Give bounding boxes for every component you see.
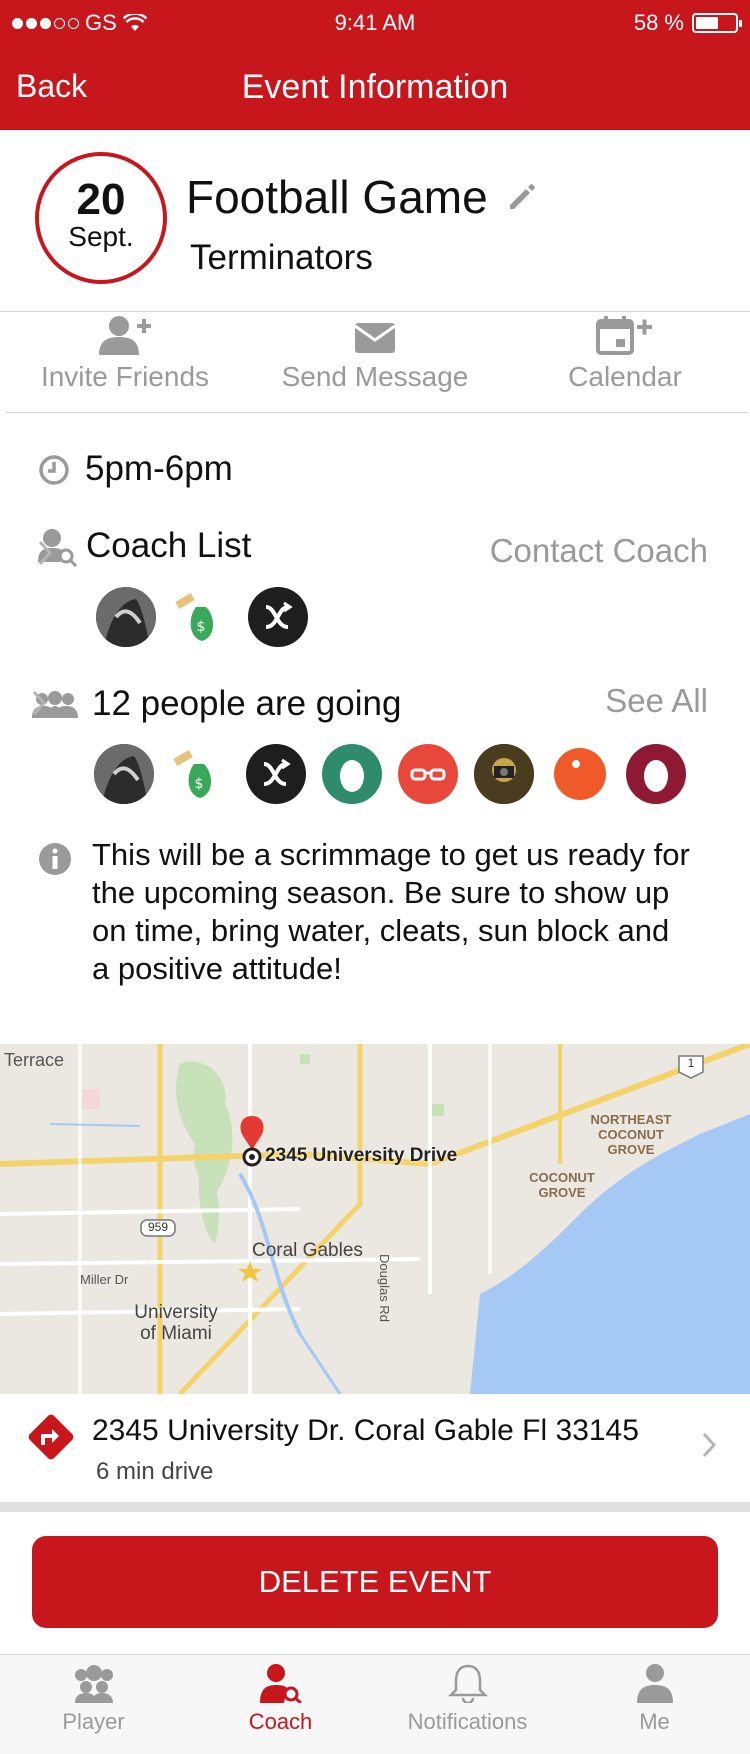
tab-coach[interactable]: Coach bbox=[187, 1663, 374, 1735]
tab-player[interactable]: Player bbox=[0, 1663, 187, 1735]
event-title: Football Game bbox=[186, 171, 488, 223]
send-message-label: Send Message bbox=[281, 361, 469, 392]
map-label: Terrace bbox=[4, 1050, 65, 1070]
bell-icon bbox=[447, 1664, 488, 1703]
avatar[interactable] bbox=[550, 744, 610, 804]
avatar[interactable]: $ bbox=[170, 744, 230, 804]
page-title: Event Information bbox=[241, 68, 509, 106]
avatar[interactable] bbox=[626, 744, 686, 804]
map-label: NORTHEAST COCONUT GROVE bbox=[590, 1112, 672, 1157]
avatar[interactable] bbox=[248, 587, 308, 647]
tab-player-label: Player bbox=[62, 1709, 125, 1734]
address-line: 2345 University Dr. Coral Gable Fl 33145 bbox=[92, 1414, 639, 1447]
divider bbox=[0, 311, 750, 312]
team-name: Terminators bbox=[190, 238, 373, 277]
map-label: 1 bbox=[687, 1056, 695, 1070]
map-label: 959 bbox=[147, 1220, 169, 1234]
date-badge: 20 Sept. bbox=[35, 152, 167, 284]
date-month: Sept. bbox=[68, 221, 134, 252]
avatar[interactable] bbox=[246, 744, 306, 804]
action-bar: Invite Friends Send Message Calendar bbox=[0, 315, 750, 405]
chevron-right-icon[interactable] bbox=[702, 1432, 716, 1458]
tab-me[interactable]: Me bbox=[561, 1663, 748, 1735]
map-view[interactable]: Terrace NORTHEAST COCONUT GROVE COCONUT … bbox=[0, 1044, 750, 1394]
avatar[interactable] bbox=[96, 587, 156, 647]
event-title-row: Football Game bbox=[186, 170, 538, 224]
calendar-button[interactable]: Calendar bbox=[500, 315, 750, 393]
map-label: University of Miami bbox=[134, 1302, 218, 1344]
pencil-icon[interactable] bbox=[506, 181, 538, 213]
directions-icon bbox=[28, 1414, 74, 1460]
add-user-icon bbox=[99, 316, 151, 355]
attendee-avatars: $ bbox=[94, 744, 686, 804]
tab-bar: Player Coach Notifications Me bbox=[0, 1654, 750, 1754]
coach-list-label: Coach List bbox=[86, 526, 252, 565]
chevron-right-icon[interactable] bbox=[32, 690, 46, 716]
avatar[interactable] bbox=[474, 744, 534, 804]
divider bbox=[0, 1502, 750, 1512]
coach-avatars: $ bbox=[96, 587, 308, 647]
top-bar: GS 9:41 AM 58 % Back Event Information bbox=[0, 0, 750, 130]
avatar[interactable] bbox=[94, 744, 154, 804]
avatar[interactable] bbox=[398, 744, 458, 804]
team-icon bbox=[74, 1665, 113, 1703]
see-all-link[interactable]: See All bbox=[605, 682, 708, 720]
person-icon bbox=[636, 1664, 673, 1703]
tab-notifications-label: Notifications bbox=[407, 1709, 528, 1734]
battery-icon bbox=[692, 13, 742, 33]
svg-text:$: $ bbox=[197, 619, 206, 635]
calendar-label: Calendar bbox=[568, 361, 682, 392]
map-graphic bbox=[0, 1044, 750, 1394]
avatar[interactable]: $ bbox=[172, 587, 232, 647]
tab-notifications[interactable]: Notifications bbox=[374, 1663, 561, 1735]
svg-text:$: $ bbox=[195, 776, 204, 792]
event-description: This will be a scrimmage to get us ready… bbox=[92, 837, 690, 986]
chevron-right-icon[interactable] bbox=[38, 540, 52, 566]
event-time: 5pm-6pm bbox=[85, 449, 233, 488]
delete-event-button[interactable]: DELETE EVENT bbox=[32, 1536, 718, 1628]
map-label: Douglas Rd bbox=[377, 1254, 392, 1322]
avatar[interactable] bbox=[322, 744, 382, 804]
calendar-add-icon bbox=[596, 316, 652, 355]
info-icon bbox=[39, 843, 71, 875]
status-bar: GS 9:41 AM 58 % bbox=[0, 8, 750, 38]
drive-time: 6 min drive bbox=[96, 1458, 214, 1485]
battery-percent: 58 % bbox=[633, 10, 684, 35]
date-day: 20 bbox=[76, 175, 126, 224]
clock-icon bbox=[39, 455, 69, 485]
coach-icon bbox=[259, 1664, 302, 1703]
map-label: Miller Dr bbox=[80, 1272, 129, 1287]
send-message-button[interactable]: Send Message bbox=[250, 315, 500, 393]
contact-coach-link[interactable]: Contact Coach bbox=[490, 532, 708, 570]
tab-coach-label: Coach bbox=[248, 1709, 313, 1734]
address-row[interactable]: 2345 University Dr. Coral Gable Fl 33145… bbox=[0, 1394, 750, 1502]
going-count-label: 12 people are going bbox=[92, 684, 402, 723]
invite-friends-label: Invite Friends bbox=[40, 361, 210, 392]
invite-friends-button[interactable]: Invite Friends bbox=[0, 315, 250, 393]
envelope-icon bbox=[354, 323, 396, 353]
divider bbox=[6, 412, 748, 413]
tab-me-label: Me bbox=[639, 1709, 670, 1734]
map-label: COCONUT GROVE bbox=[529, 1170, 595, 1200]
map-pin-label: 2345 University Drive bbox=[265, 1145, 458, 1166]
map-label: Coral Gables bbox=[252, 1240, 363, 1261]
